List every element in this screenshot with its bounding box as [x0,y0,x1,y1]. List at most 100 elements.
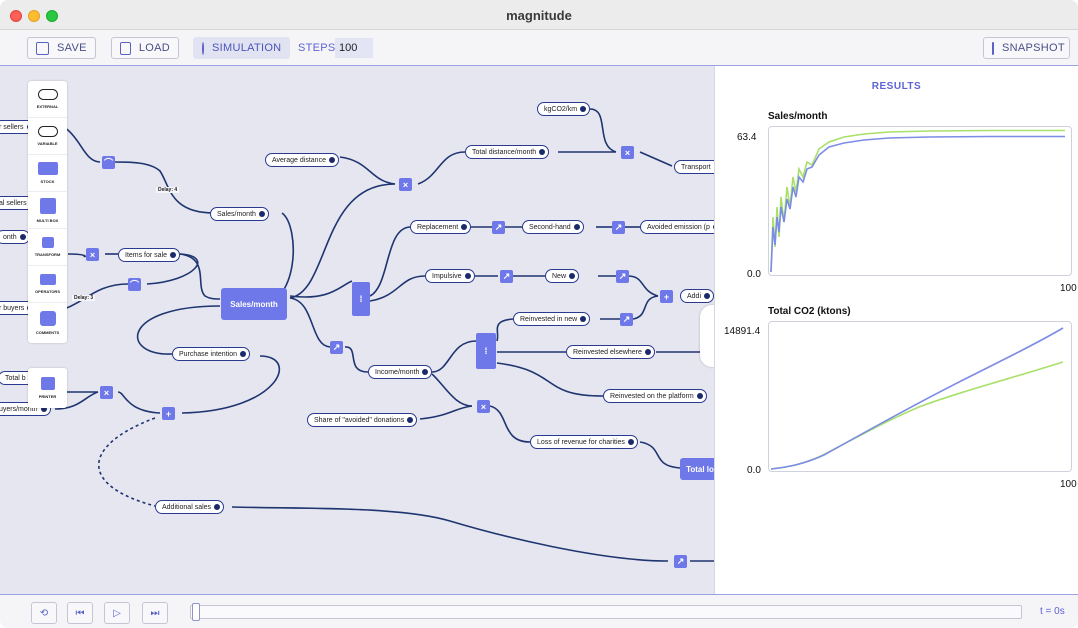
multiply-operator-icon[interactable]: × [399,178,412,191]
node-reinvested-elsewhere[interactable]: Reinvested elsewhere [566,345,655,359]
transform-icon[interactable]: ⌒ [102,156,115,169]
node-total-distance[interactable]: Total distance/month [465,145,550,159]
multiply-operator-icon[interactable]: × [621,146,634,159]
node-transport[interactable]: Transport [674,160,714,174]
play-icon: ▷ [113,607,121,619]
load-label: LOAD [138,42,170,54]
node-replacement[interactable]: Replacement [410,220,472,234]
camera-icon [992,41,994,55]
download-icon [120,41,131,55]
node-impulsive[interactable]: Impulsive [425,269,475,283]
save-button[interactable]: SAVE [27,37,96,59]
connector [589,108,617,153]
transform-icon[interactable]: ↗ [620,313,633,326]
variable-icon [37,126,58,137]
palette-multibox[interactable]: MULTI BOX [28,192,67,229]
palette-external[interactable]: EXTERNAL [28,81,67,118]
reset-button[interactable]: ⟲ [31,602,57,624]
connector [496,362,604,397]
palette-variable[interactable]: VARIABLE [28,118,67,155]
simulation-button[interactable]: SIMULATION [193,37,290,59]
node-reinvested-platform[interactable]: Reinvested on the platform [603,389,707,403]
node-second-hand[interactable]: Second-hand [522,220,584,234]
node-additional-sales[interactable]: Additional sales [155,500,225,514]
model-canvas[interactable]: Average distance kgCO2/km Total distance… [0,66,714,594]
connector [289,183,396,299]
chart-title-sales: Sales/month [768,111,828,122]
add-operator-icon[interactable]: + [660,290,673,303]
transform-icon[interactable]: ↗ [612,221,625,234]
multibox-icon[interactable]: ⁞ [352,282,370,316]
connections-layer [44,108,714,562]
step-back-icon: ⏮ [75,607,85,619]
node-income-month[interactable]: Income/month [368,365,433,379]
transform-icon[interactable]: ↗ [500,270,513,283]
load-button[interactable]: LOAD [111,37,179,59]
sales-chart [768,126,1072,276]
node-purchase-intention[interactable]: Purchase intention [172,347,250,361]
node-reinvested-new[interactable]: Reinvested in new [513,312,591,326]
stock-icon [37,162,58,175]
node-loss-revenue[interactable]: Loss of revenue for charities [530,435,638,449]
delay-label: Delay: 4 [156,187,180,193]
node-total-loss[interactable]: Total lo [680,458,714,480]
operators-icon [39,274,56,285]
palette-comments[interactable]: COMMENTS [28,303,67,343]
panel-handle[interactable] [700,305,714,367]
transform-icon[interactable]: ↗ [616,270,629,283]
multibox-icon[interactable]: ⁞ [476,333,496,369]
timeline-thumb[interactable] [192,603,200,621]
palette-transform[interactable]: TRANSFORM [28,229,67,266]
results-title: RESULTS [871,81,922,92]
step-forward-button[interactable]: ⏭ [142,602,168,624]
node-items-for-sale[interactable]: Items for sale [118,248,181,262]
play-button[interactable]: ▷ [104,602,130,624]
window-title: magnitude [506,8,572,23]
step-forward-icon: ⏭ [150,607,160,619]
transform-icon[interactable]: ↗ [330,341,343,354]
y-max-label: 14891.4 [724,326,761,337]
save-icon [36,41,49,55]
series-green [770,129,1065,273]
multiply-operator-icon[interactable]: × [100,386,113,399]
snapshot-label: SNAPSHOT [1002,42,1065,54]
transform-icon[interactable]: ↗ [674,555,687,568]
node-average-distance[interactable]: Average distance [265,153,339,167]
connector [231,506,669,562]
printer-icon [40,377,55,390]
node-avoided-emission[interactable]: Avoided emission (p [640,220,714,234]
simulation-label: SIMULATION [212,42,282,54]
comment-icon [39,311,56,326]
node-onth-partial[interactable]: onth [0,230,30,244]
palette-printer[interactable]: PRINTER [28,368,67,408]
step-back-button[interactable]: ⏮ [67,602,93,624]
connector [627,275,659,297]
timeline-slider[interactable] [190,605,1022,619]
node-sales-month-small[interactable]: Sales/month [210,207,269,221]
node-sales-month-stock[interactable]: Sales/month [221,288,287,320]
connector [489,405,531,443]
snapshot-button[interactable]: SNAPSHOT [983,37,1070,59]
palette-operators[interactable]: OPERATORS [28,266,67,303]
play-circle-icon [202,41,204,55]
steps-input[interactable] [335,38,373,58]
transform-icon[interactable]: ↗ [492,221,505,234]
connector [339,156,396,185]
multiply-operator-icon[interactable]: × [477,400,490,413]
connector [179,253,221,300]
transform-icon[interactable]: ⌒ [128,278,141,291]
add-operator-icon[interactable]: + [162,407,175,420]
node-share-avoided[interactable]: Share of "avoided" donations [307,413,418,427]
connector [496,318,514,342]
node-additional[interactable]: Addi [680,289,714,303]
reset-icon: ⟲ [39,607,49,619]
x-max-label: 100 [1060,283,1077,294]
multiply-operator-icon[interactable]: × [86,248,99,261]
node-new[interactable]: New [545,269,580,283]
connector [639,441,681,469]
co2-chart [768,321,1072,472]
transform-icon [41,237,54,248]
connector [181,355,281,414]
palette-stock[interactable]: STOCK [28,155,67,192]
node-kgco2[interactable]: kgCO2/km [537,102,591,116]
